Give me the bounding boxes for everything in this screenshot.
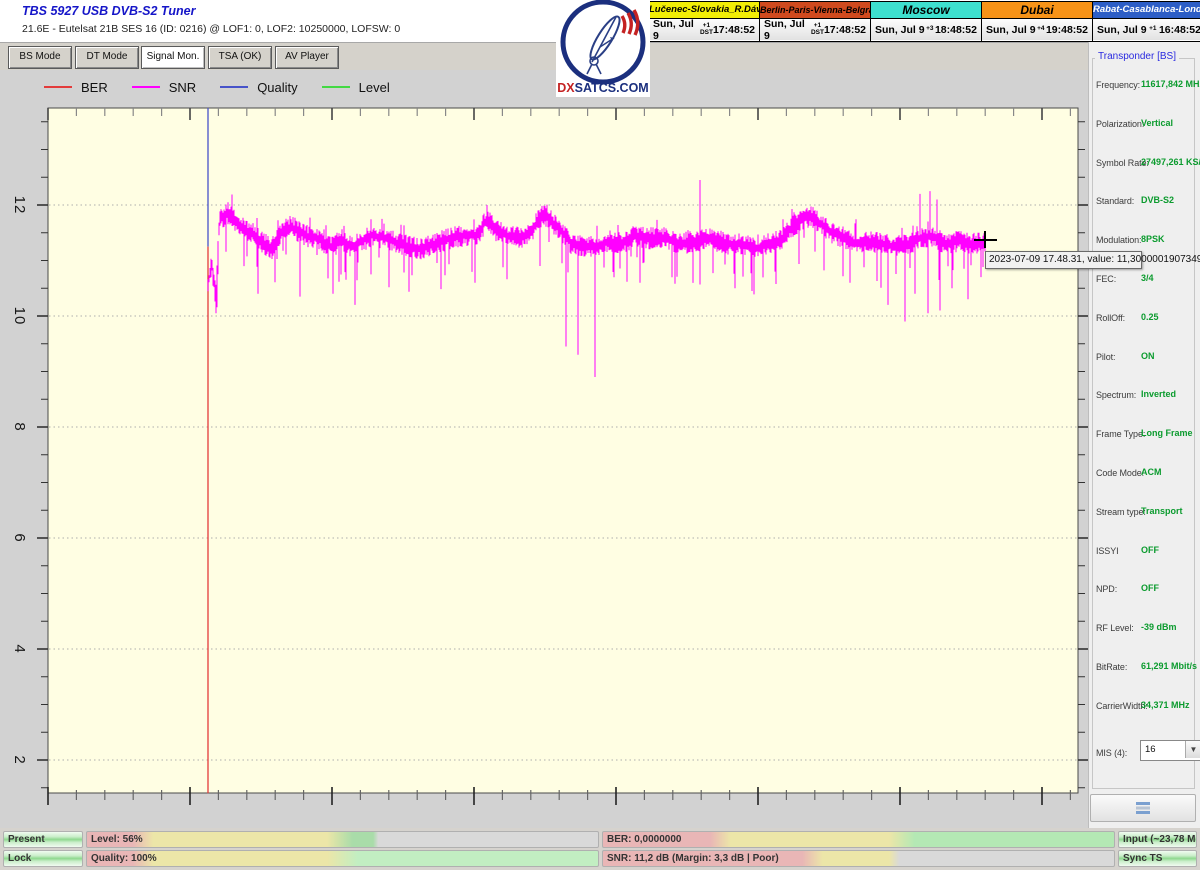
legend-quality: Quality bbox=[220, 80, 297, 95]
transport-stream-button[interactable] bbox=[1090, 794, 1196, 822]
satellite-dish-icon: DXSATCS.COM bbox=[556, 0, 650, 97]
tp-row-pilot: Pilot:ON bbox=[1096, 344, 1196, 383]
level-bar: Level: 56% bbox=[86, 831, 599, 848]
y-axis-label-12: 12 bbox=[12, 187, 28, 223]
tp-row-mis: MIS (4): 16 ▼ bbox=[1096, 740, 1196, 770]
clock-timezone: +3 bbox=[926, 26, 933, 33]
tab-tsa[interactable]: TSA (OK) bbox=[208, 46, 272, 69]
cursor-crosshair-v bbox=[984, 231, 986, 248]
tp-row-issyi: ISSYIOFF bbox=[1096, 538, 1196, 577]
y-axis-label-8: 8 bbox=[12, 409, 28, 445]
transponder-group-title: Transponder [BS] bbox=[1095, 51, 1179, 62]
clock-hms: 18:48:52 bbox=[935, 24, 977, 36]
legend-snr: SNR bbox=[132, 80, 196, 95]
clock-time: Sun, Jul 9 +1DST 17:48:52 bbox=[649, 19, 759, 40]
stream-list-icon bbox=[1136, 802, 1150, 814]
tp-row-code-mode: Code Mode:ACM bbox=[1096, 460, 1196, 499]
value-tooltip: 2023-07-09 17.48.31, value: 11,300000190… bbox=[985, 251, 1142, 269]
legend-ber: BER bbox=[44, 80, 108, 95]
y-axis-label-2: 2 bbox=[12, 742, 28, 778]
clock-time: Sun, Jul 9 +1DST 17:48:52 bbox=[760, 19, 870, 40]
clock-lucenec: Lučenec-Slovakia_R.Dávid Sun, Jul 9 +1DS… bbox=[649, 2, 759, 41]
tp-row-spectrum: Spectrum:Inverted bbox=[1096, 382, 1196, 421]
snr-line-swatch bbox=[132, 86, 160, 88]
clock-hms: 19:48:52 bbox=[1046, 24, 1088, 36]
clock-city-label: Berlin-Paris-Vienna-Belgrade bbox=[760, 2, 870, 19]
y-axis-label-6: 6 bbox=[12, 520, 28, 556]
clock-date: Sun, Jul 9 bbox=[1097, 24, 1147, 36]
tp-row-rolloff: RollOff:0.25 bbox=[1096, 305, 1196, 344]
transponder-sidebar: Transponder [BS] Frequency:11617,842 MHz… bbox=[1088, 42, 1200, 828]
clock-time: Sun, Jul 9 +4 19:48:52 bbox=[982, 19, 1092, 40]
clock-hms: 17:48:52 bbox=[824, 24, 866, 36]
tp-row-frame-type: Frame Type:Long Frame bbox=[1096, 421, 1196, 460]
tp-row-carrier-width: CarrierWidth:34,371 MHz bbox=[1096, 693, 1196, 732]
signal-monitor-chart-area: BER SNR Quality Level 12 10 8 6 4 2 bbox=[0, 70, 1088, 828]
clock-berlin: Berlin-Paris-Vienna-Belgrade Sun, Jul 9 … bbox=[759, 2, 870, 41]
lock-indicator: Lock bbox=[3, 850, 83, 867]
quality-line-swatch bbox=[220, 86, 248, 88]
clock-date: Sun, Jul 9 bbox=[764, 18, 811, 42]
clock-hms: 17:48:52 bbox=[713, 24, 755, 36]
clock-city-label: Rabat-Casablanca-London bbox=[1093, 2, 1200, 19]
clock-time: Sun, Jul 9 +1 16:48:52 bbox=[1093, 19, 1200, 40]
mis-select[interactable]: 16 ▼ bbox=[1140, 740, 1200, 761]
clock-date: Sun, Jul 9 bbox=[986, 24, 1036, 36]
clock-date: Sun, Jul 9 bbox=[653, 18, 700, 42]
tab-av-player[interactable]: AV Player bbox=[275, 46, 339, 69]
signal-present-indicator: Present bbox=[3, 831, 83, 848]
clock-date: Sun, Jul 9 bbox=[875, 24, 925, 36]
sync-ts-indicator: Sync TS bbox=[1118, 850, 1197, 867]
legend-level: Level bbox=[322, 80, 390, 95]
tp-row-stream-type: Stream type:Transport bbox=[1096, 499, 1196, 538]
dxsatcs-logo: DXSATCS.COM bbox=[556, 0, 650, 97]
clock-timezone: +1DST bbox=[811, 23, 824, 36]
tp-row-fec: FEC:3/4 bbox=[1096, 266, 1196, 305]
clock-city-label: Lučenec-Slovakia_R.Dávid bbox=[649, 2, 759, 19]
y-axis-label-10: 10 bbox=[12, 298, 28, 334]
clock-moscow: Moscow Sun, Jul 9 +3 18:48:52 bbox=[870, 2, 981, 41]
ber-line-swatch bbox=[44, 86, 72, 88]
transponder-rows: Frequency:11617,842 MHz Polarization:Ver… bbox=[1096, 72, 1196, 770]
ber-bar: BER: 0,0000000 bbox=[602, 831, 1115, 848]
tuner-subtitle: 21.6E - Eutelsat 21B SES 16 (ID: 0216) @… bbox=[22, 23, 400, 35]
tab-bs-mode[interactable]: BS Mode bbox=[8, 46, 72, 69]
tp-row-polarization: Polarization:Vertical bbox=[1096, 111, 1196, 150]
tp-row-npd: NPD:OFF bbox=[1096, 576, 1196, 615]
snr-time-plot[interactable] bbox=[0, 70, 1088, 828]
clock-timezone: +1 bbox=[1149, 26, 1156, 33]
chevron-down-icon[interactable]: ▼ bbox=[1185, 741, 1200, 758]
tp-row-symbol-rate: Symbol Rate:27497,261 KS/s bbox=[1096, 150, 1196, 189]
tp-row-bitrate: BitRate:61,291 Mbit/s bbox=[1096, 654, 1196, 693]
tp-row-standard: Standard:DVB-S2 bbox=[1096, 188, 1196, 227]
input-rate-indicator: Input (~23,78 Mbps) bbox=[1118, 831, 1197, 848]
quality-bar: Quality: 100% bbox=[86, 850, 599, 867]
chart-legend: BER SNR Quality Level bbox=[44, 78, 414, 96]
clock-city-label: Dubai bbox=[982, 2, 1092, 19]
y-axis-label-4: 4 bbox=[12, 631, 28, 667]
clock-timezone: +4 bbox=[1037, 26, 1044, 33]
clock-city-label: Moscow bbox=[871, 2, 981, 19]
level-line-swatch bbox=[322, 86, 350, 88]
mode-tabbar: BS Mode DT Mode Signal Mon. TSA (OK) AV … bbox=[0, 43, 1088, 71]
world-clocks: Lučenec-Slovakia_R.Dávid Sun, Jul 9 +1DS… bbox=[648, 1, 1200, 42]
svg-text:DXSATCS.COM: DXSATCS.COM bbox=[557, 81, 648, 95]
tab-dt-mode[interactable]: DT Mode bbox=[75, 46, 139, 69]
mis-selected-value: 16 bbox=[1145, 744, 1156, 755]
clock-time: Sun, Jul 9 +3 18:48:52 bbox=[871, 19, 981, 40]
clock-hms: 16:48:52 bbox=[1159, 24, 1200, 36]
clock-timezone: +1DST bbox=[700, 23, 713, 36]
clock-rabat: Rabat-Casablanca-London Sun, Jul 9 +1 16… bbox=[1092, 2, 1200, 41]
tp-row-rf-level: RF Level:-39 dBm bbox=[1096, 615, 1196, 654]
window-title: TBS 5927 USB DVB-S2 Tuner bbox=[22, 4, 195, 18]
snr-bar: SNR: 11,2 dB (Margin: 3,3 dB | Poor) bbox=[602, 850, 1115, 867]
tab-signal-mon[interactable]: Signal Mon. bbox=[141, 46, 205, 69]
tp-row-frequency: Frequency:11617,842 MHz bbox=[1096, 72, 1196, 111]
clock-dubai: Dubai Sun, Jul 9 +4 19:48:52 bbox=[981, 2, 1092, 41]
